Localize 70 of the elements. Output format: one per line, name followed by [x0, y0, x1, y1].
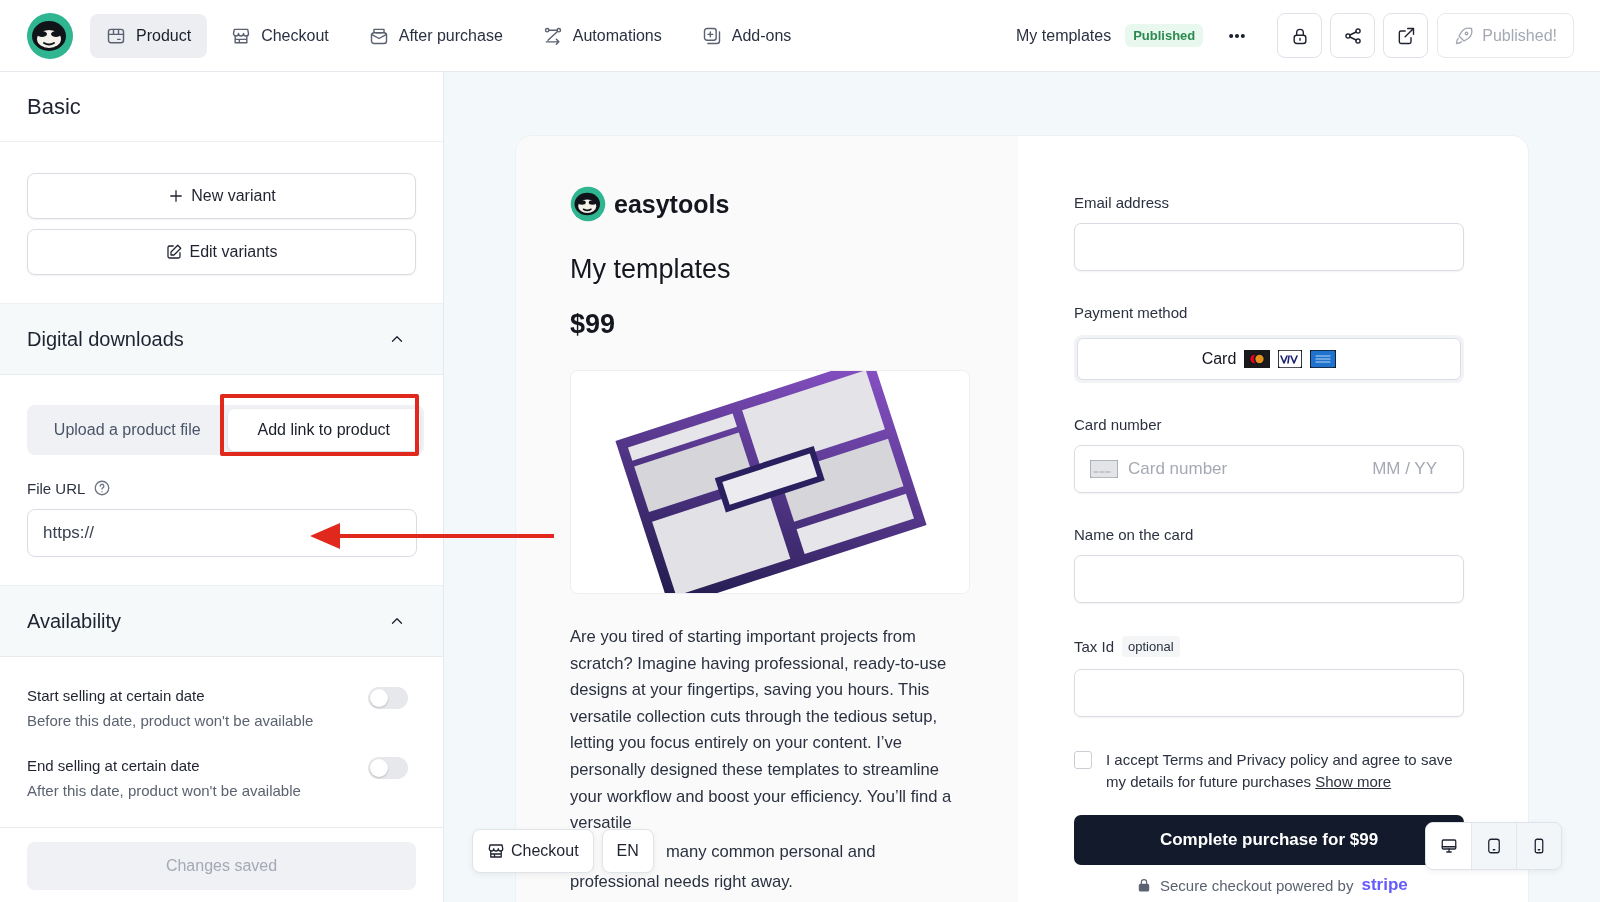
product-description: many common personal and — [666, 840, 876, 863]
field-label: File URL — [27, 479, 86, 497]
tablet-icon — [1485, 837, 1503, 855]
nav-tab[interactable]: Automations — [526, 13, 678, 58]
nav-tab[interactable]: After purchase — [352, 13, 519, 58]
new-variant-button[interactable]: New variant — [27, 173, 416, 219]
card-brand-icon — [1278, 350, 1303, 368]
sloth-logo-icon — [570, 186, 606, 222]
store-icon — [487, 841, 505, 860]
panel-title: Basic — [0, 72, 443, 142]
tax-id-field[interactable] — [1074, 669, 1464, 717]
card-brand-icon — [1244, 350, 1271, 368]
setting-hint: Before this date, product won't be available — [27, 712, 314, 729]
field-label: Name on the card — [1074, 526, 1195, 543]
setting-hint: After this date, product won't be available — [27, 782, 301, 799]
language-button[interactable]: EN — [601, 828, 654, 873]
sloth-logo-icon — [26, 11, 74, 60]
product-price: $99 — [570, 309, 617, 340]
credit-card-icon — [1090, 460, 1118, 478]
email-field[interactable] — [1074, 223, 1464, 271]
secure-note: Secure checkout powered by — [1160, 876, 1354, 894]
rocket-icon — [1454, 25, 1475, 46]
edit-variants-button[interactable]: Edit variants — [27, 229, 416, 275]
segment-option[interactable]: Add link to product — [227, 409, 420, 451]
open-link-button[interactable] — [1383, 13, 1429, 58]
setting-label: End selling at certain date — [27, 757, 201, 774]
device-button[interactable] — [1471, 823, 1516, 869]
section-title: Availability — [27, 609, 122, 633]
nav-tab[interactable]: Product — [90, 13, 208, 58]
brand-name: easytools — [614, 189, 730, 219]
nav-tab[interactable]: Checkout — [215, 13, 345, 58]
stripe-logo: stripe — [1361, 875, 1408, 895]
plus-square-icon — [701, 25, 722, 46]
edit-icon — [165, 243, 184, 261]
placeholder-text: Card number — [1128, 459, 1228, 479]
purchase-button[interactable]: Complete purchase for $99 — [1074, 815, 1464, 865]
toggle-switch[interactable] — [368, 687, 408, 709]
lock-icon — [1136, 877, 1152, 893]
workflow-icon — [542, 25, 563, 46]
product-name: My templates — [1016, 26, 1112, 45]
page-select-button[interactable]: Checkout — [472, 828, 594, 873]
share-button[interactable] — [1330, 13, 1376, 58]
status-badge: Published — [1125, 24, 1204, 47]
segment-option[interactable]: Upload a product file — [31, 409, 224, 451]
show-more-link[interactable]: Show more — [1315, 773, 1392, 790]
checkbox[interactable] — [1074, 751, 1092, 769]
field-label: Tax Id — [1074, 638, 1115, 655]
share-icon — [1342, 25, 1363, 46]
name-field[interactable] — [1074, 555, 1464, 603]
section-title: Digital downloads — [27, 327, 184, 351]
product-title: My templates — [570, 254, 732, 285]
product-description: professional needs right away. — [570, 870, 793, 893]
nav-tab[interactable]: Add-ons — [685, 13, 808, 58]
device-button[interactable] — [1516, 823, 1561, 869]
setting-label: Start selling at certain date — [27, 687, 206, 704]
placeholder-text: MM / YY — [1372, 459, 1437, 479]
field-label: Email address — [1074, 194, 1171, 211]
payment-option[interactable]: Card — [1077, 338, 1461, 380]
desktop-icon — [1439, 837, 1458, 855]
payment-option-label: Card — [1201, 350, 1237, 368]
url-field[interactable]: https:// — [27, 509, 417, 557]
terms-text: I accept Terms and Privacy policy and agree to save my details for future purchases Show more — [1106, 750, 1454, 792]
optional-tag: optional — [1122, 636, 1180, 657]
lock-button[interactable] — [1277, 13, 1323, 58]
help-icon — [93, 479, 112, 497]
field-label: Card number — [1074, 416, 1163, 433]
field-label: Payment method — [1074, 304, 1189, 321]
toggle-switch[interactable] — [368, 757, 408, 779]
device-button[interactable] — [1426, 823, 1471, 869]
card-brand-icon — [1310, 350, 1337, 368]
